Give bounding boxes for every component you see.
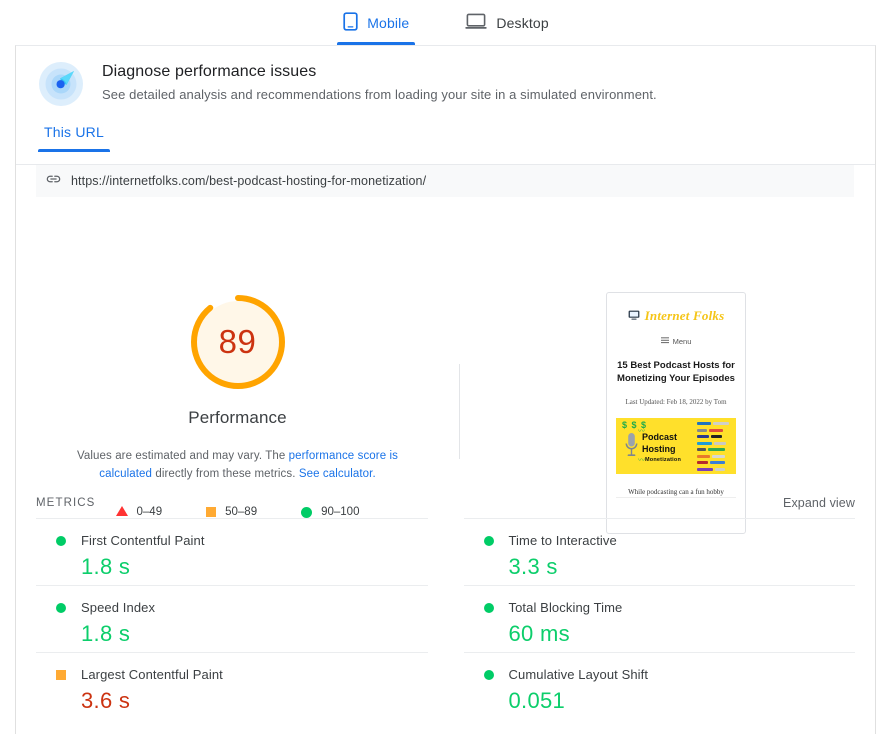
- metric-header: Total Blocking Time: [483, 600, 856, 615]
- metric-name: Time to Interactive: [508, 533, 617, 548]
- phone-icon: [343, 11, 358, 34]
- metric-value: 1.8 s: [81, 621, 131, 646]
- circle-status-icon: [483, 535, 494, 546]
- tab-this-url[interactable]: This URL: [38, 124, 110, 152]
- figure-logo-list: [697, 421, 733, 474]
- metric-header: First Contentful Paint: [56, 533, 428, 548]
- score-region: 89 Performance Values are estimated and …: [16, 206, 875, 534]
- diagnose-header: Diagnose performance issues See detailed…: [38, 59, 657, 107]
- monitor-icon: [628, 307, 640, 325]
- metric-name: Total Blocking Time: [508, 600, 623, 615]
- performance-gauge: 89: [188, 292, 288, 392]
- diagnose-subtitle: See detailed analysis and recommendation…: [102, 87, 657, 102]
- thumbnail-article-title: 15 Best Podcast Hosts for Monetizing You…: [617, 360, 735, 384]
- metric-item[interactable]: Largest Contentful Paint 3.6 s: [36, 652, 428, 719]
- metric-header: Time to Interactive: [483, 533, 856, 548]
- metrics-header: METRICS Expand view: [36, 496, 855, 510]
- metric-name: Largest Contentful Paint: [81, 667, 223, 682]
- expand-view-button[interactable]: Expand view: [783, 496, 855, 510]
- metric-value: 3.3 s: [508, 554, 558, 579]
- url-tab-bar: This URL: [38, 124, 110, 152]
- disclaimer-text-1: Values are estimated and may vary. The: [76, 450, 289, 462]
- metric-value: 60 ms: [508, 621, 570, 646]
- see-calculator-link[interactable]: See calculator.: [299, 468, 376, 480]
- score-disclaimer: Values are estimated and may vary. The p…: [52, 447, 424, 483]
- report-card: Diagnose performance issues See detailed…: [15, 45, 876, 734]
- laptop-icon: [465, 13, 488, 33]
- metric-header: Speed Index: [56, 600, 428, 615]
- metric-name: First Contentful Paint: [81, 533, 205, 548]
- thumbnail-menu-label: Menu: [672, 337, 692, 346]
- link-icon: [46, 172, 61, 190]
- figure-line-3: Monetization: [645, 457, 682, 463]
- thumbnail-brand: Internet Folks: [644, 308, 725, 323]
- tab-desktop-label: Desktop: [496, 14, 549, 31]
- hamburger-icon: [660, 337, 669, 346]
- disclaimer-text-2: directly from these metrics.: [152, 468, 299, 480]
- device-tab-bar: Mobile Desktop: [0, 0, 892, 45]
- metrics-grid: First Contentful Paint 1.8 s Time to Inter…: [36, 518, 855, 719]
- circle-status-icon: [56, 535, 66, 546]
- metric-name: Cumulative Layout Shift: [508, 667, 649, 682]
- tab-desktop[interactable]: Desktop: [459, 0, 554, 45]
- circle-status-icon: [483, 602, 494, 613]
- thumbnail-site-header: Internet Folks: [607, 293, 745, 325]
- tab-mobile[interactable]: Mobile: [337, 0, 416, 45]
- tab-mobile-label: Mobile: [367, 14, 410, 31]
- metric-item[interactable]: Time to Interactive 3.3 s: [463, 518, 856, 585]
- figure-line-1: Podcast: [642, 432, 678, 442]
- square-status-icon: [56, 669, 66, 680]
- diagnose-title: Diagnose performance issues: [102, 63, 317, 80]
- url-bar[interactable]: https://internetfolks.com/best-podcast-h…: [36, 165, 854, 197]
- thumbnail-article-meta: Last Updated: Feb 18, 2022 by Tom: [625, 398, 727, 406]
- metric-header: Cumulative Layout Shift: [483, 667, 856, 682]
- lighthouse-icon: [38, 61, 84, 107]
- metric-value: 1.8 s: [81, 554, 131, 579]
- thumbnail-menu: Menu: [607, 337, 745, 346]
- metric-header: Largest Contentful Paint: [56, 667, 428, 682]
- metric-item[interactable]: Speed Index 1.8 s: [36, 585, 428, 652]
- pagespeed-insights-report: Mobile Desktop Diagnose performance issu…: [0, 0, 892, 734]
- thumbnail-featured-image: $ $ $ 〰 〰 Podcast Hosting Monetization: [616, 418, 736, 474]
- performance-score-block: 89 Performance Values are estimated and …: [16, 206, 459, 518]
- performance-score-label: Performance: [188, 408, 287, 427]
- performance-score-value: 89: [218, 323, 257, 360]
- figure-line-2: Hosting: [642, 444, 676, 454]
- metric-item[interactable]: Total Blocking Time 60 ms: [463, 585, 856, 652]
- metric-value: 3.6 s: [81, 688, 131, 713]
- circle-status-icon: [483, 669, 494, 680]
- metrics-title: METRICS: [36, 497, 96, 509]
- microphone-icon: [625, 432, 638, 460]
- metric-name: Speed Index: [81, 600, 156, 615]
- url-text: https://internetfolks.com/best-podcast-h…: [71, 174, 427, 188]
- metric-item[interactable]: First Contentful Paint 1.8 s: [36, 518, 428, 585]
- circle-status-icon: [56, 602, 66, 613]
- tab-this-url-underline: [38, 149, 110, 152]
- squiggle-bottom-icon: 〰: [638, 457, 645, 464]
- thumbnail-body-text: While podcasting can a fun hobby: [628, 488, 724, 496]
- metric-value: 0.051: [508, 688, 566, 713]
- score-thumbnail-divider: [459, 364, 460, 459]
- tab-this-url-label: This URL: [44, 124, 104, 140]
- metric-item[interactable]: Cumulative Layout Shift 0.051: [463, 652, 856, 719]
